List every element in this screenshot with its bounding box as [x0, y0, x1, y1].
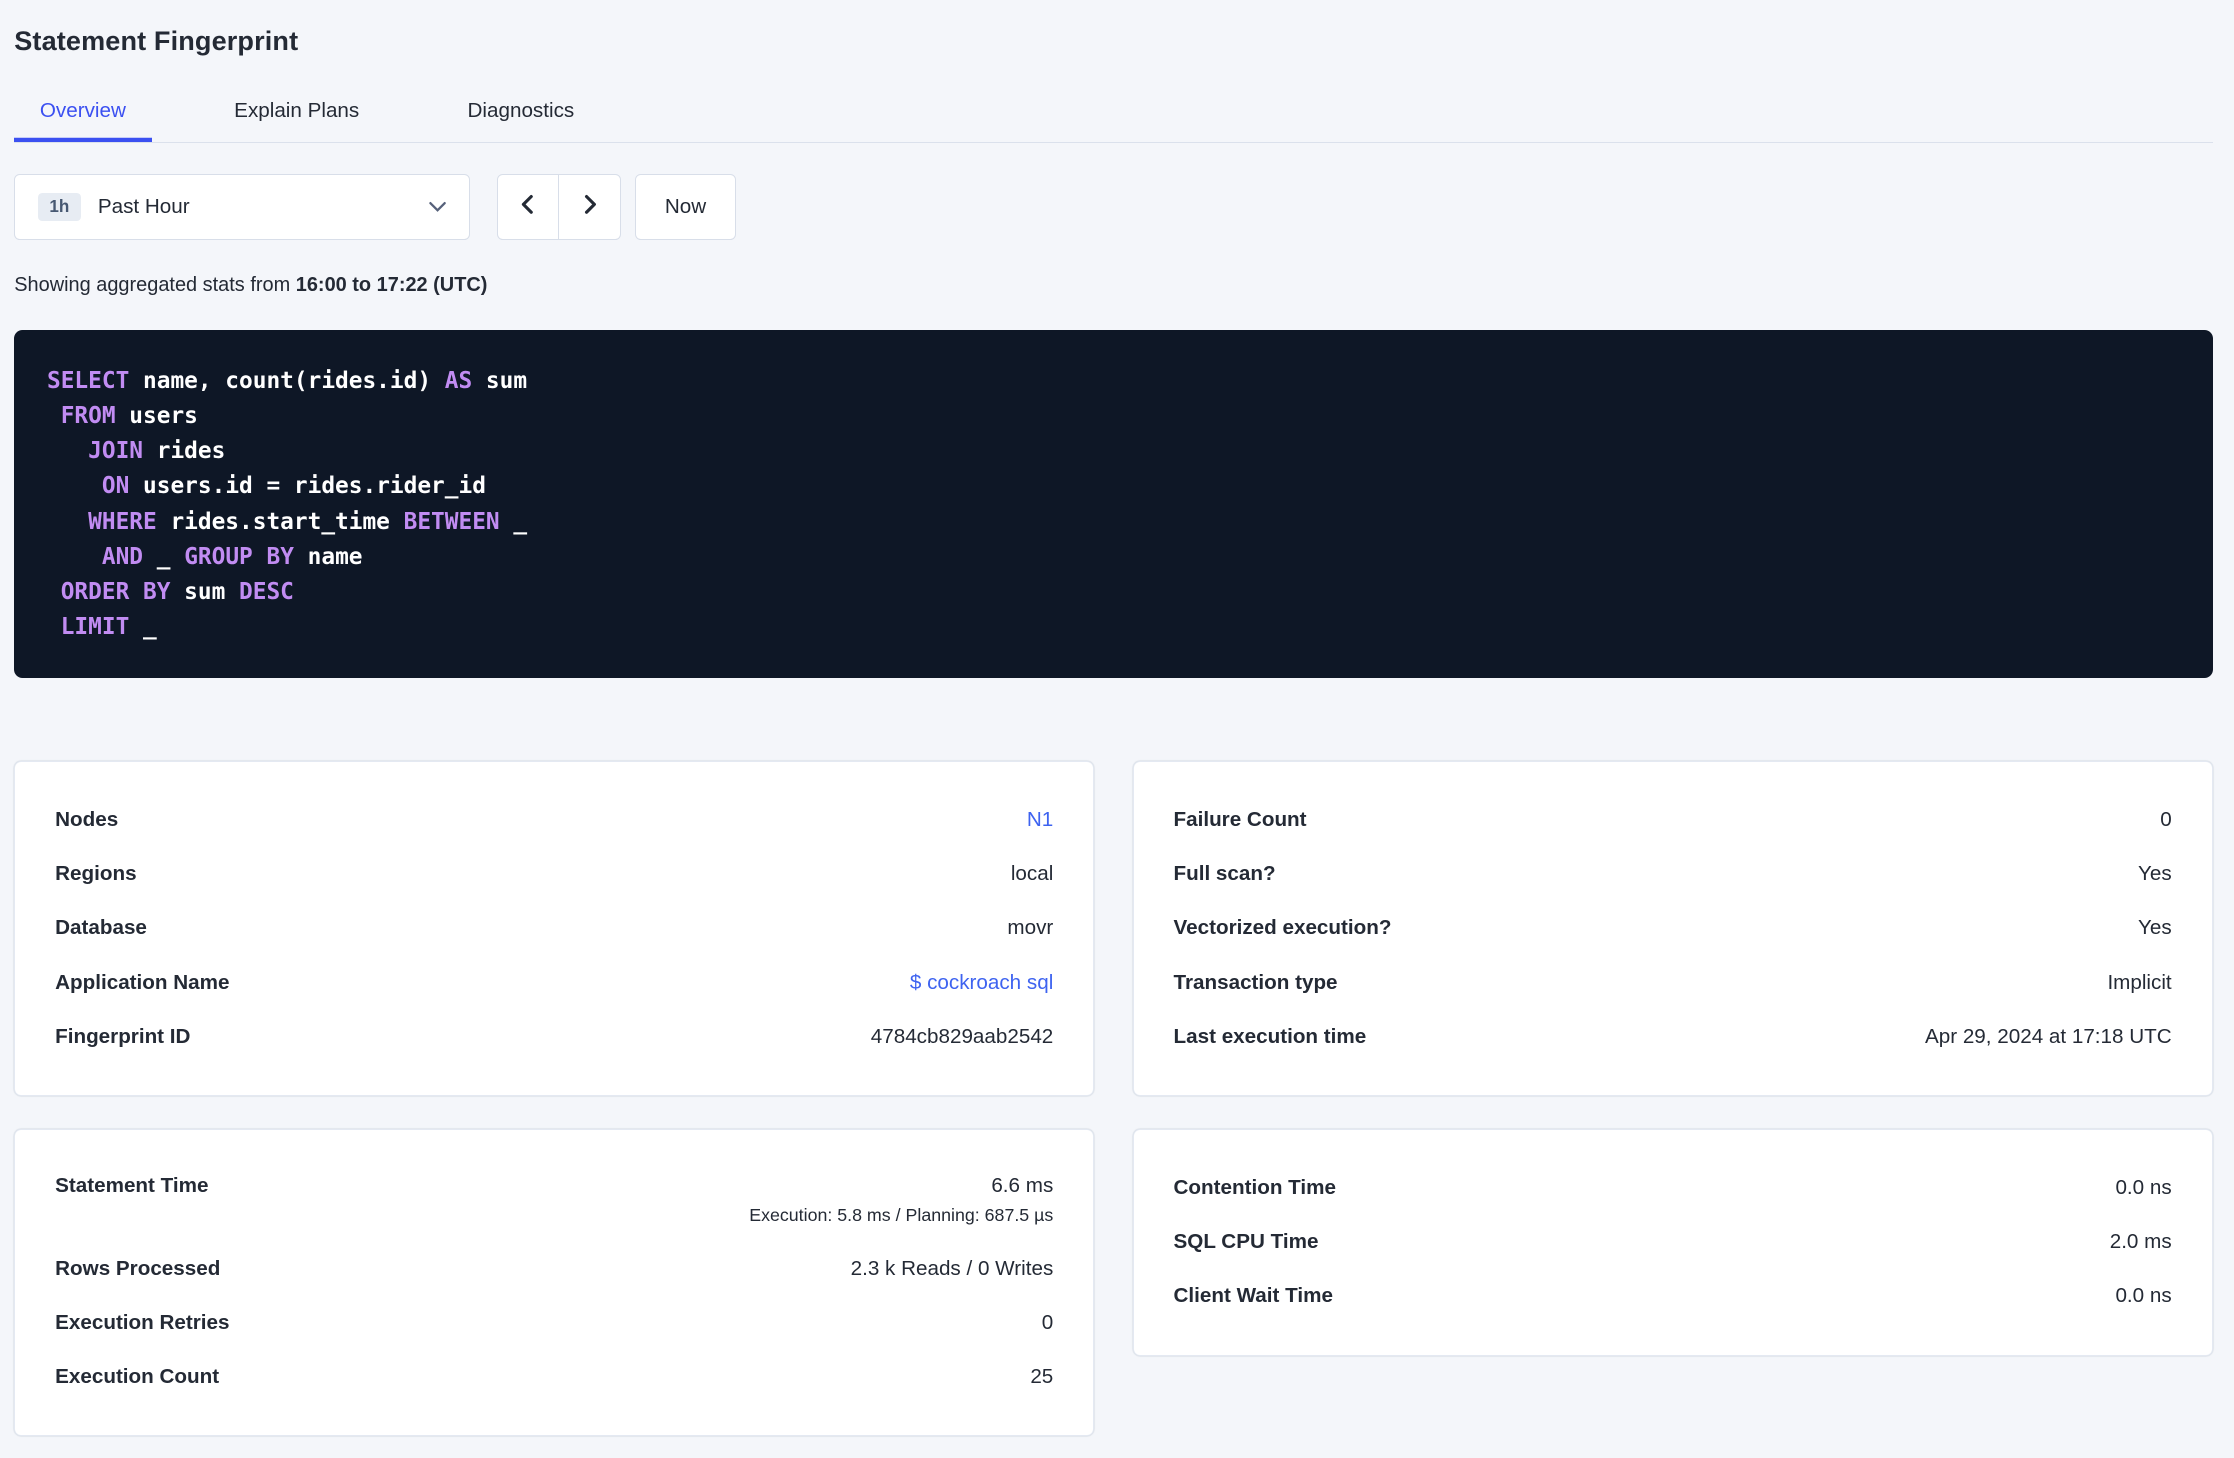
row-label: Fingerprint ID	[55, 1024, 191, 1048]
sql-line: JOIN rides	[88, 438, 226, 465]
row-label: Statement Time	[55, 1173, 209, 1197]
row-execution-retries: Execution Retries 0	[55, 1296, 1053, 1350]
row-fingerprint-id: Fingerprint ID 4784cb829aab2542	[55, 1010, 1053, 1064]
row-value: 0.0 ns	[2115, 1176, 2172, 1200]
aggregated-stats-text: Showing aggregated stats from 16:00 to 1…	[14, 274, 2212, 297]
row-statement-time: Statement Time 6.6 ms Execution: 5.8 ms …	[55, 1161, 1053, 1242]
row-value: 2.0 ms	[2109, 1230, 2172, 1254]
row-rows-processed: Rows Processed 2.3 k Reads / 0 Writes	[55, 1242, 1053, 1296]
row-label: Rows Processed	[55, 1256, 221, 1280]
sql-code: SELECT name, count(rides.id) AS sum FROM…	[47, 364, 2180, 646]
stats-range: 16:00 to 17:22 (UTC)	[295, 273, 488, 296]
row-full-scan: Full scan? Yes	[1174, 847, 2172, 901]
row-label: Execution Retries	[55, 1310, 230, 1334]
tab-overview[interactable]: Overview	[14, 85, 151, 142]
row-value: local	[1010, 862, 1054, 886]
sql-line: ON users.id = rides.rider_id	[101, 473, 486, 500]
sql-line: WHERE rides.start_time BETWEEN _	[88, 508, 528, 535]
statement-time-value: 6.6 ms	[991, 1173, 1054, 1197]
statement-timing-card: Statement Time 6.6 ms Execution: 5.8 ms …	[14, 1128, 1095, 1437]
row-label: Transaction type	[1173, 970, 1338, 994]
range-step-group	[497, 174, 622, 240]
row-label: Database	[55, 916, 147, 940]
time-range-label: Past Hour	[97, 194, 190, 218]
sql-line: AND _ GROUP BY name	[101, 543, 363, 570]
sql-line: ORDER BY sum DESC	[60, 579, 294, 605]
time-range-badge: 1h	[38, 192, 81, 222]
tab-diagnostics[interactable]: Diagnostics	[442, 85, 600, 142]
row-value: 4784cb829aab2542	[870, 1024, 1054, 1048]
row-label: Failure Count	[1173, 808, 1307, 832]
row-failure-count: Failure Count 0	[1174, 793, 2172, 847]
row-nodes: Nodes N1	[55, 793, 1053, 847]
sql-statement-box: SELECT name, count(rides.id) AS sum FROM…	[14, 329, 2213, 679]
row-value: 0.0 ns	[2115, 1284, 2172, 1308]
row-sql-cpu-time: SQL CPU Time 2.0 ms	[1174, 1215, 2172, 1269]
row-label: Nodes	[55, 808, 119, 832]
chevron-down-icon	[429, 201, 447, 213]
nodes-link[interactable]: N1	[1027, 808, 1053, 832]
sql-line: LIMIT _	[60, 614, 157, 641]
row-contention-time: Contention Time 0.0 ns	[1174, 1161, 2172, 1215]
row-value: Yes	[2138, 916, 2172, 940]
next-range-button[interactable]	[558, 174, 622, 240]
row-value: 2.3 k Reads / 0 Writes	[850, 1256, 1054, 1280]
row-value: Implicit	[2107, 970, 2172, 994]
row-label: SQL CPU Time	[1173, 1230, 1319, 1254]
row-label: Application Name	[55, 970, 230, 994]
tab-bar: Overview Explain Plans Diagnostics	[14, 85, 2213, 143]
row-execution-count: Execution Count 25	[55, 1350, 1053, 1404]
row-label: Last execution time	[1173, 1024, 1367, 1048]
wait-time-card: Contention Time 0.0 ns SQL CPU Time 2.0 …	[1132, 1128, 2213, 1356]
row-label: Contention Time	[1173, 1176, 1336, 1200]
row-value: 0	[1041, 1310, 1054, 1334]
row-label: Regions	[55, 862, 137, 886]
statement-fingerprint-page: Statement Fingerprint Overview Explain P…	[0, 0, 2234, 1458]
chevron-left-icon	[517, 193, 540, 222]
overview-card: Nodes N1 Regions local Database movr App…	[14, 760, 1095, 1097]
now-button[interactable]: Now	[635, 174, 736, 240]
row-label: Client Wait Time	[1173, 1284, 1333, 1308]
row-regions: Regions local	[55, 847, 1053, 901]
stats-prefix: Showing aggregated stats from	[14, 273, 296, 296]
row-value: Apr 29, 2024 at 17:18 UTC	[1924, 1024, 2172, 1048]
row-value: 6.6 ms Execution: 5.8 ms / Planning: 687…	[749, 1174, 1053, 1226]
time-range-dropdown[interactable]: 1h Past Hour	[14, 174, 471, 240]
row-label: Vectorized execution?	[1173, 916, 1392, 940]
tab-explain-plans[interactable]: Explain Plans	[209, 85, 385, 142]
row-value: 25	[1030, 1365, 1054, 1389]
row-value: 0	[2160, 808, 2172, 832]
statement-time-detail: Execution: 5.8 ms / Planning: 687.5 µs	[749, 1205, 1054, 1226]
row-vectorized-execution: Vectorized execution? Yes	[1174, 901, 2172, 955]
page-title: Statement Fingerprint	[14, 25, 299, 56]
summary-cards: Nodes N1 Regions local Database movr App…	[14, 760, 2213, 1458]
row-value: Yes	[2138, 862, 2172, 886]
row-value: movr	[1007, 916, 1054, 940]
row-application-name: Application Name $ cockroach sql	[55, 955, 1053, 1009]
prev-range-button[interactable]	[497, 174, 560, 240]
row-client-wait-time: Client Wait Time 0.0 ns	[1174, 1269, 2172, 1323]
row-database: Database movr	[55, 901, 1053, 955]
time-controls: 1h Past Hour Now	[14, 174, 2212, 240]
row-label: Execution Count	[55, 1365, 220, 1389]
row-label: Full scan?	[1173, 862, 1276, 886]
sql-line: FROM users	[60, 403, 198, 430]
execution-attributes-card: Failure Count 0 Full scan? Yes Vectorize…	[1132, 760, 2213, 1097]
chevron-right-icon	[578, 193, 601, 222]
application-name-link[interactable]: $ cockroach sql	[910, 971, 1053, 995]
row-last-execution-time: Last execution time Apr 29, 2024 at 17:1…	[1174, 1010, 2172, 1064]
sql-line: SELECT name, count(rides.id) AS sum	[47, 367, 528, 394]
row-transaction-type: Transaction type Implicit	[1174, 955, 2172, 1009]
